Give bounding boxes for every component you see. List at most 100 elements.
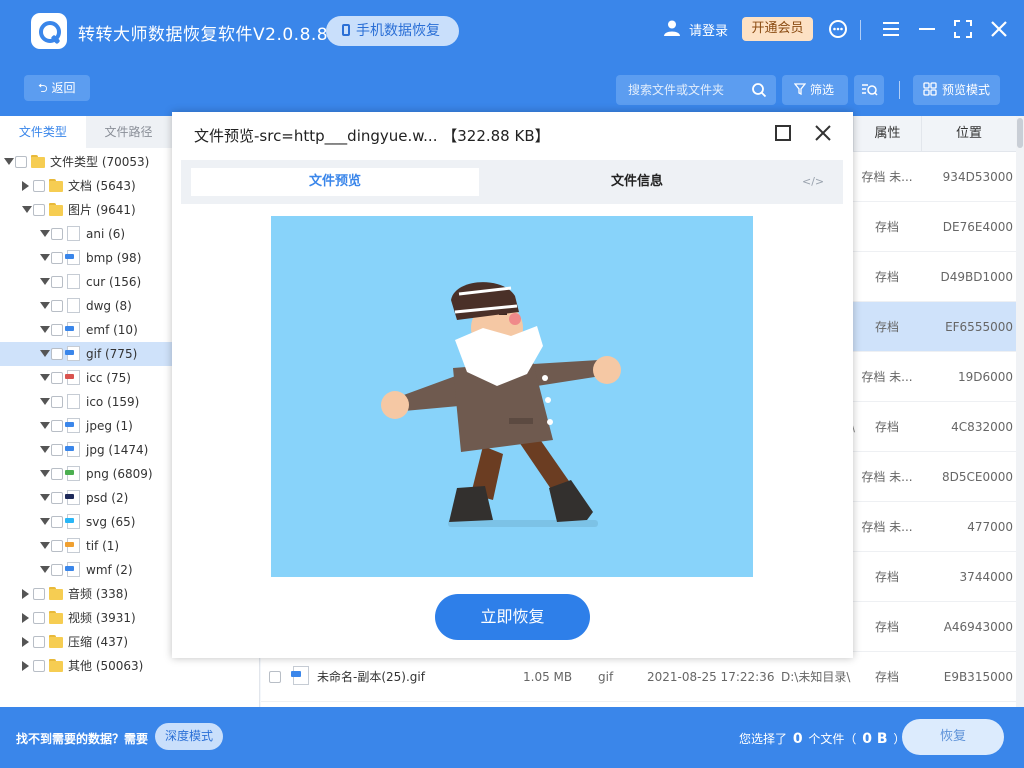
collapse-arrow-icon[interactable] xyxy=(4,158,14,165)
collapse-arrow-icon[interactable] xyxy=(40,398,50,405)
file-position: EF6555000 xyxy=(945,320,1013,334)
collapse-arrow-icon[interactable] xyxy=(40,302,50,309)
deep-mode-button[interactable]: 深度模式 xyxy=(155,723,223,750)
expand-arrow-icon[interactable] xyxy=(22,589,29,599)
collapse-arrow-icon[interactable] xyxy=(40,230,50,237)
tree-checkbox[interactable] xyxy=(51,516,63,528)
collapse-arrow-icon[interactable] xyxy=(40,470,50,477)
footer-bar: 找不到需要的数据？需要 深度模式 您选择了 0 个文件（ 0 B ） 恢复 xyxy=(0,707,1024,768)
collapse-arrow-icon[interactable] xyxy=(40,278,50,285)
close-icon[interactable] xyxy=(988,18,1010,40)
collapse-arrow-icon[interactable] xyxy=(40,374,50,381)
tree-checkbox[interactable] xyxy=(51,396,63,408)
collapse-arrow-icon[interactable] xyxy=(40,494,50,501)
tree-checkbox[interactable] xyxy=(51,252,63,264)
tree-checkbox[interactable] xyxy=(51,468,63,480)
vip-button[interactable]: 开通会员 xyxy=(742,17,813,41)
gif-file-icon xyxy=(291,666,309,685)
tab-file-path[interactable]: 文件路径 xyxy=(85,116,172,148)
expand-arrow-icon[interactable] xyxy=(22,661,29,671)
search-input[interactable]: 搜索文件或文件夹 xyxy=(616,75,776,105)
tree-checkbox[interactable] xyxy=(51,444,63,456)
file-type-icon xyxy=(65,562,80,577)
folder-icon xyxy=(49,203,63,216)
scrollbar-thumb[interactable] xyxy=(1017,118,1023,148)
support-icon[interactable] xyxy=(827,18,849,40)
code-view-icon[interactable]: </> xyxy=(802,168,824,196)
file-type-icon xyxy=(67,298,80,313)
file-attr: 存档 xyxy=(874,670,899,684)
fullscreen-icon[interactable] xyxy=(952,18,974,40)
file-attr: 存档 xyxy=(874,320,899,334)
view-search-button[interactable] xyxy=(854,75,884,105)
recover-button[interactable]: 恢复 xyxy=(902,719,1004,755)
tree-checkbox[interactable] xyxy=(33,588,45,600)
column-header-position[interactable]: 位置 xyxy=(921,116,1016,152)
maximize-icon[interactable] xyxy=(775,125,791,141)
tree-item-label: 图片 (9641) xyxy=(68,203,136,217)
file-position: E9B315000 xyxy=(943,670,1013,684)
collapse-arrow-icon[interactable] xyxy=(40,542,50,549)
column-header-attr[interactable]: 属性 xyxy=(853,116,921,152)
menu-icon[interactable] xyxy=(880,18,902,40)
tree-checkbox[interactable] xyxy=(51,348,63,360)
collapse-arrow-icon[interactable] xyxy=(40,326,50,333)
collapse-arrow-icon[interactable] xyxy=(22,206,32,213)
back-button[interactable]: ⮌ 返回 xyxy=(24,75,90,101)
row-checkbox[interactable] xyxy=(269,671,281,683)
file-attr: 存档 未... xyxy=(861,370,913,384)
phone-recovery-button[interactable]: 手机数据恢复 xyxy=(326,16,459,46)
login-link[interactable]: 请登录 xyxy=(689,20,728,39)
folder-icon xyxy=(49,179,63,192)
preview-mode-button[interactable]: 预览模式 xyxy=(913,75,1000,105)
tree-checkbox[interactable] xyxy=(33,660,45,672)
expand-arrow-icon[interactable] xyxy=(22,613,29,623)
minimize-icon[interactable] xyxy=(916,18,938,40)
tab-file-preview[interactable]: 文件预览 xyxy=(191,168,479,196)
file-type-tag xyxy=(65,254,74,259)
filter-button[interactable]: 筛选 xyxy=(782,75,848,105)
tree-item-label: ani (6) xyxy=(86,227,126,241)
tree-checkbox[interactable] xyxy=(33,204,45,216)
file-type-icon xyxy=(65,418,80,433)
tree-checkbox[interactable] xyxy=(51,228,63,240)
folder-icon xyxy=(31,155,45,168)
collapse-arrow-icon[interactable] xyxy=(40,350,50,357)
tree-checkbox[interactable] xyxy=(51,300,63,312)
file-position: 934D53000 xyxy=(942,170,1013,184)
dialog-close-icon[interactable] xyxy=(813,123,833,143)
vertical-scrollbar[interactable] xyxy=(1016,116,1024,707)
expand-arrow-icon[interactable] xyxy=(22,181,29,191)
tree-item-label: emf (10) xyxy=(86,323,138,337)
collapse-arrow-icon[interactable] xyxy=(40,446,50,453)
expand-arrow-icon[interactable] xyxy=(22,637,29,647)
tree-checkbox[interactable] xyxy=(33,180,45,192)
tree-checkbox[interactable] xyxy=(51,564,63,576)
tree-checkbox[interactable] xyxy=(51,324,63,336)
tree-checkbox[interactable] xyxy=(51,540,63,552)
tree-checkbox[interactable] xyxy=(51,420,63,432)
tree-checkbox[interactable] xyxy=(51,492,63,504)
user-icon[interactable] xyxy=(663,19,681,37)
tree-checkbox[interactable] xyxy=(51,276,63,288)
file-attr: 存档 未... xyxy=(861,170,913,184)
tree-checkbox[interactable] xyxy=(51,372,63,384)
search-icon[interactable] xyxy=(751,82,767,98)
collapse-arrow-icon[interactable] xyxy=(40,422,50,429)
file-type-tag xyxy=(65,422,74,427)
recover-now-button[interactable]: 立即恢复 xyxy=(435,594,590,640)
tree-checkbox[interactable] xyxy=(33,612,45,624)
tree-item-label: dwg (8) xyxy=(86,299,132,313)
tab-file-info[interactable]: 文件信息 xyxy=(557,168,717,196)
file-type-icon xyxy=(65,442,80,457)
list-search-icon xyxy=(862,84,878,96)
collapse-arrow-icon[interactable] xyxy=(40,566,50,573)
file-type-icon xyxy=(65,490,80,505)
phone-recovery-label: 手机数据恢复 xyxy=(356,23,440,39)
tree-checkbox[interactable] xyxy=(15,156,27,168)
collapse-arrow-icon[interactable] xyxy=(40,518,50,525)
tree-checkbox[interactable] xyxy=(33,636,45,648)
collapse-arrow-icon[interactable] xyxy=(40,254,50,261)
tab-file-type[interactable]: 文件类型 xyxy=(0,116,86,148)
table-row[interactable]: 未命名-副本(25).gif 1.05 MB gif 2021-08-25 17… xyxy=(261,652,1016,702)
